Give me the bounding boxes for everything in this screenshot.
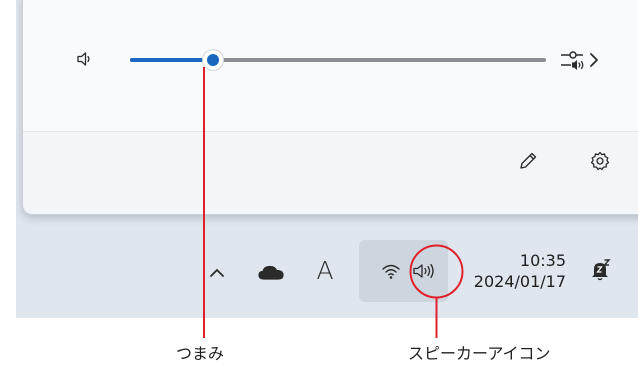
volume-flyout	[22, 0, 638, 215]
slider-fill	[130, 58, 214, 62]
thumb-callout-label: つまみ	[176, 344, 225, 363]
chevron-right-icon	[590, 53, 598, 67]
chevron-up-icon	[210, 269, 224, 277]
speaker-icon	[413, 263, 434, 279]
edit-quick-settings-button[interactable]	[517, 150, 539, 172]
cloud-icon	[258, 265, 284, 280]
settings-button[interactable]	[589, 150, 611, 172]
slider-thumb[interactable]	[203, 50, 224, 70]
volume-slider[interactable]	[130, 48, 546, 72]
quick-settings-button[interactable]	[359, 240, 448, 302]
ime-indicator[interactable]: A	[314, 257, 336, 285]
show-hidden-icons-button[interactable]	[205, 262, 229, 282]
onedrive-button[interactable]	[256, 262, 288, 284]
wifi-icon	[382, 264, 400, 279]
sound-output-button[interactable]	[561, 46, 609, 74]
speaker-settings-icon	[561, 51, 598, 70]
mute-button[interactable]	[75, 49, 95, 69]
clock-date: 2024/01/17	[473, 272, 566, 291]
clock[interactable]: 10:35 2024/01/17	[460, 250, 580, 294]
gear-icon	[590, 151, 610, 171]
volume-section	[23, 0, 638, 132]
speaker-icon	[77, 52, 90, 66]
clock-time: 10:35	[519, 251, 566, 270]
pencil-icon	[520, 152, 537, 169]
notification-button[interactable]	[588, 258, 612, 282]
speaker-callout-label: スピーカーアイコン	[408, 344, 551, 363]
bell-zz-icon	[592, 259, 611, 281]
